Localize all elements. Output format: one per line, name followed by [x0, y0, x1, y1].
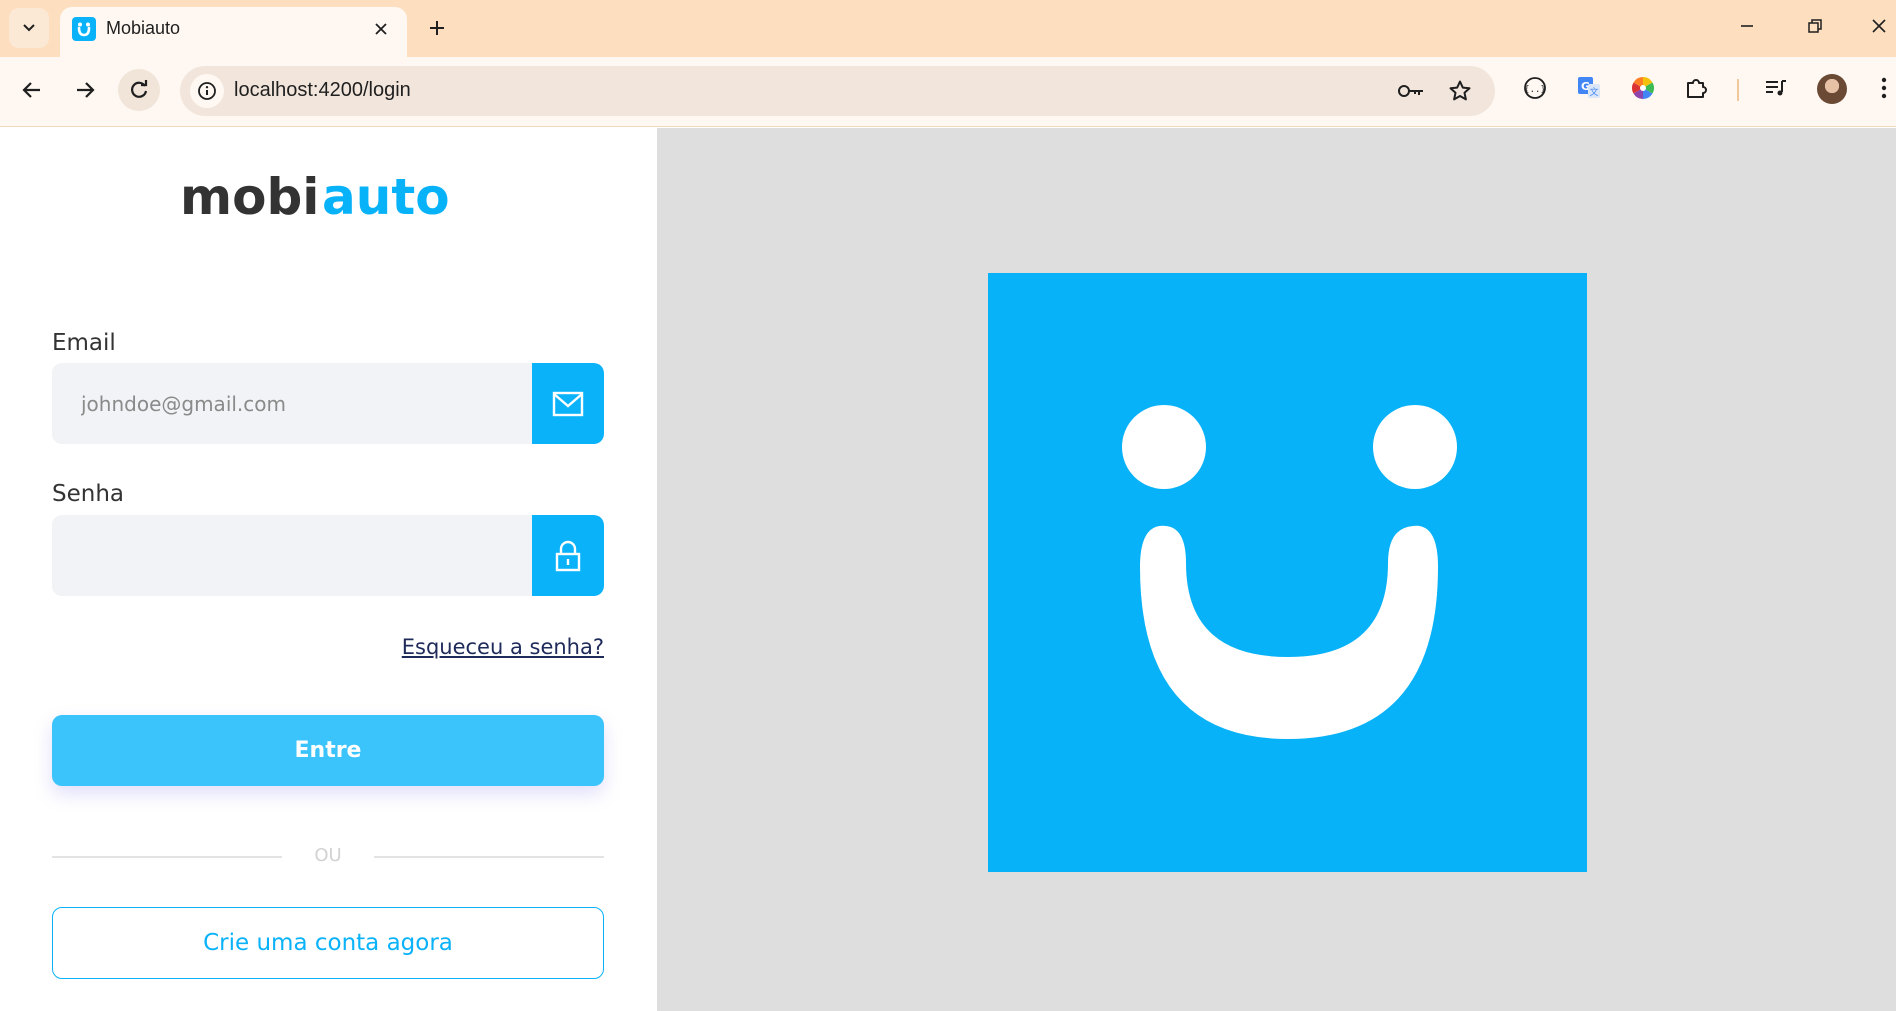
- smile-face-icon: [1122, 405, 1457, 739]
- mobiauto-smile-logo: [988, 273, 1587, 872]
- media-button[interactable]: [1760, 72, 1792, 104]
- minimize-icon: [1741, 25, 1753, 27]
- close-icon: [375, 23, 387, 35]
- arrow-right-icon: [77, 82, 95, 98]
- tab-close-button[interactable]: [367, 15, 395, 43]
- new-tab-button[interactable]: [420, 11, 454, 45]
- password-label: Senha: [52, 481, 124, 507]
- forgot-password-link[interactable]: Esqueceu a senha?: [402, 635, 604, 659]
- restore-icon: [1808, 19, 1822, 33]
- email-label: Email: [52, 330, 116, 356]
- bookmark-button[interactable]: [1445, 76, 1475, 106]
- login-submit-button[interactable]: Entre: [52, 715, 604, 786]
- create-account-button[interactable]: Crie uma conta agora: [52, 907, 604, 979]
- svg-text:{..}: {..}: [1524, 85, 1546, 95]
- translate-icon: G文: [1578, 77, 1600, 98]
- color-wheel-icon: [1632, 77, 1654, 99]
- media-playlist-icon: [1766, 80, 1786, 96]
- reload-button[interactable]: [118, 69, 160, 111]
- browser-tabbar: Mobiauto: [0, 0, 1896, 57]
- color-picker-button[interactable]: [1627, 72, 1659, 104]
- brand-panel: [657, 128, 1896, 1011]
- code-extension-button[interactable]: {..}: [1519, 72, 1551, 104]
- address-bar[interactable]: localhost:4200/login: [180, 66, 1495, 116]
- toolbar-separator: [1737, 79, 1739, 101]
- plus-icon: [430, 21, 444, 35]
- back-button[interactable]: [11, 69, 53, 111]
- key-icon: [1398, 85, 1423, 97]
- puzzle-icon: [1687, 79, 1707, 98]
- reload-icon: [131, 80, 148, 98]
- divider-line-right: [374, 856, 604, 858]
- browser-tab[interactable]: Mobiauto: [60, 7, 407, 57]
- email-input[interactable]: [52, 363, 532, 444]
- mobiauto-favicon-icon: [72, 17, 96, 41]
- code-extension-icon: {..}: [1524, 77, 1546, 99]
- arrow-left-icon: [22, 82, 40, 98]
- password-field: [52, 515, 604, 596]
- mobiauto-logo: mobi auto: [180, 168, 450, 224]
- lock-icon: [555, 540, 581, 571]
- svg-text:文: 文: [1589, 86, 1598, 98]
- email-icon-button: [532, 363, 604, 444]
- more-vertical-icon: [1881, 77, 1887, 99]
- chevron-down-icon: [23, 24, 35, 32]
- close-icon: [1872, 19, 1886, 33]
- logo-mobi: mobi: [180, 168, 319, 224]
- site-info-button[interactable]: [190, 74, 224, 108]
- forward-button[interactable]: [64, 69, 106, 111]
- login-panel: mobi auto Email Senha Esqueceu a senha? …: [0, 128, 657, 1011]
- url-text: localhost:4200/login: [234, 79, 411, 101]
- minimize-button[interactable]: [1727, 8, 1767, 44]
- extensions-button[interactable]: [1681, 72, 1713, 104]
- avatar[interactable]: [1817, 74, 1847, 104]
- close-window-button[interactable]: [1862, 8, 1896, 44]
- info-icon: [198, 82, 216, 100]
- tab-search-button[interactable]: [9, 8, 49, 48]
- page-content: mobi auto Email Senha Esqueceu a senha? …: [0, 128, 1896, 1011]
- tab-title: Mobiauto: [106, 18, 181, 38]
- logo-auto: auto: [322, 168, 450, 224]
- restore-button[interactable]: [1795, 8, 1835, 44]
- browser-toolbar: localhost:4200/login {..} G文: [0, 57, 1896, 127]
- browser-menu-button[interactable]: [1872, 72, 1896, 104]
- star-icon: [1449, 80, 1471, 101]
- translate-button[interactable]: G文: [1573, 72, 1605, 104]
- or-divider: OU: [52, 845, 604, 869]
- password-input[interactable]: [52, 515, 532, 596]
- passwords-button[interactable]: [1396, 76, 1426, 106]
- email-field: [52, 363, 604, 444]
- password-icon-button: [532, 515, 604, 596]
- mail-icon: [552, 391, 584, 416]
